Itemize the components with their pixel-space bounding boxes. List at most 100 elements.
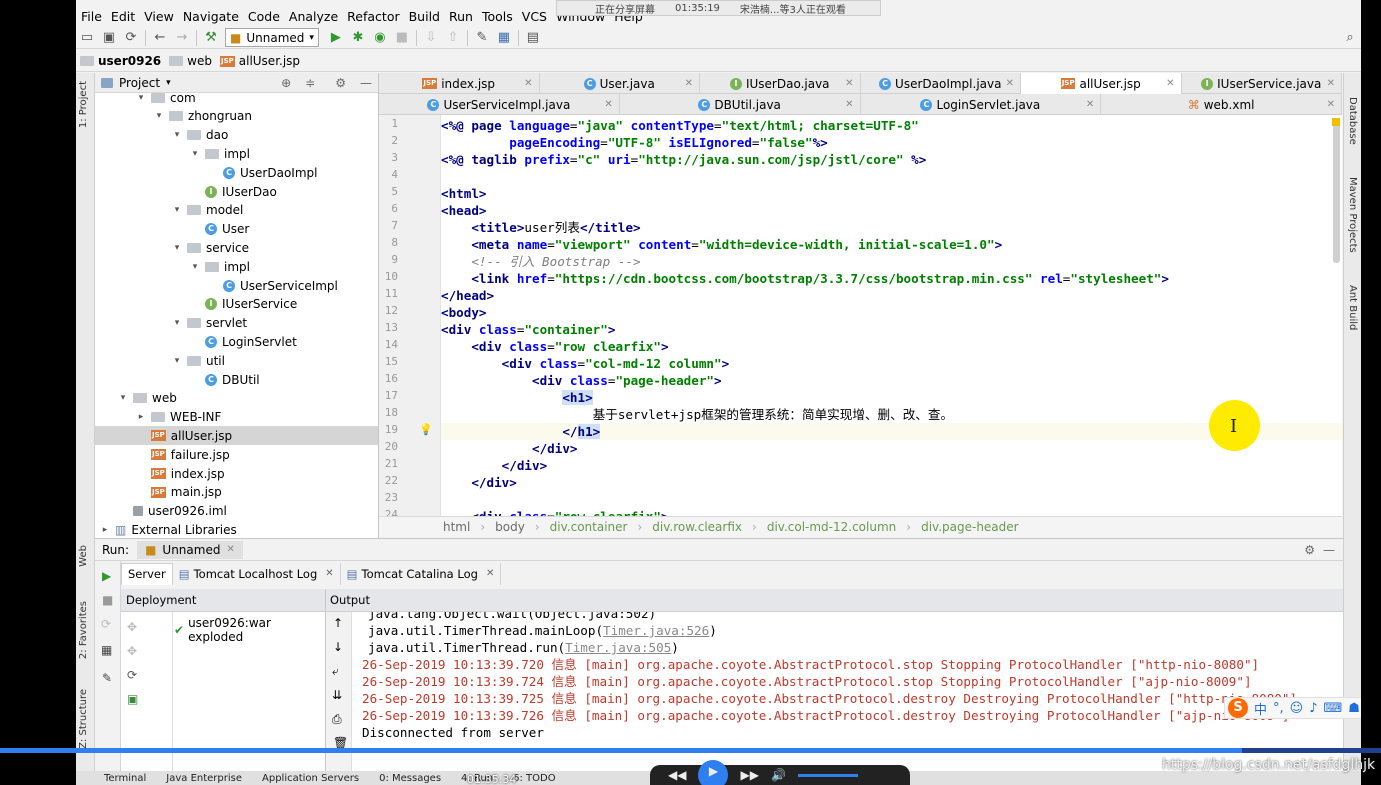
vcs-update-icon[interactable]: ⇩ <box>420 28 442 48</box>
menu-file[interactable]: File <box>76 9 106 24</box>
code-line[interactable]: <html> <box>441 185 1342 202</box>
stop-icon[interactable]: ■ <box>102 593 113 607</box>
up-arrow-icon[interactable]: ↑ <box>333 616 343 630</box>
database-tool-tab[interactable]: Database <box>1347 97 1358 145</box>
emoji-icon[interactable]: ☺ <box>1290 701 1304 716</box>
tree-item[interactable]: I IUserService <box>95 295 378 314</box>
intention-bulb-icon[interactable]: 💡 <box>419 423 433 436</box>
close-icon[interactable]: ✕ <box>226 544 234 555</box>
code-line[interactable]: pageEncoding="UTF-8" isELIgnored="false"… <box>441 134 1342 151</box>
code-line[interactable]: <meta name="viewport" content="width=dev… <box>441 236 1342 253</box>
breadcrumb-item[interactable]: div.col-md-12.column <box>767 520 896 534</box>
menu-code[interactable]: Code <box>243 9 284 24</box>
tree-item[interactable]: JSP index.jsp <box>95 464 378 483</box>
search-icon[interactable]: ⌕ <box>1339 28 1361 48</box>
tree-item[interactable]: ▾ com <box>95 93 378 107</box>
tree-item[interactable]: ▾ servlet <box>95 314 378 333</box>
breadcrumb-item[interactable]: div.container <box>550 520 628 534</box>
bottom-tool-tab[interactable]: Application Servers <box>262 773 359 784</box>
run-config-tab[interactable]: ■ Unnamed ✕ <box>137 540 243 559</box>
tree-item[interactable]: C UserDaoImpl <box>95 163 378 182</box>
code-line[interactable]: <!-- 引入 Bootstrap --> <box>441 253 1342 270</box>
code-line[interactable]: <h1> <box>441 389 1342 406</box>
layout-icon[interactable]: ▦ <box>101 643 112 657</box>
code-line[interactable]: </h1> <box>441 423 1342 440</box>
editor-tab[interactable]: C User.java ✕ <box>540 73 700 94</box>
editor-tab[interactable]: JSP index.jsp ✕ <box>379 73 540 94</box>
close-icon[interactable]: ✕ <box>1166 78 1174 89</box>
tree-item[interactable]: C UserServiceImpl <box>95 276 378 295</box>
code-line[interactable]: </div> <box>441 440 1342 457</box>
coverage-icon[interactable]: ◉ <box>369 28 391 48</box>
stacktrace-link[interactable]: Timer.java:505 <box>565 640 671 655</box>
locate-icon[interactable]: ⊕ <box>281 76 291 90</box>
prev-icon[interactable]: ◀◀ <box>668 768 686 782</box>
rerun-icon[interactable]: ▶ <box>102 569 111 583</box>
punctuation-icon[interactable]: °, <box>1273 701 1284 716</box>
next-icon[interactable]: ▶▶ <box>740 768 758 782</box>
gear-icon[interactable]: ⚙ <box>1304 543 1315 557</box>
chevron-down-icon[interactable]: ▾ <box>171 205 183 215</box>
run-config-select[interactable]: ■ Unnamed ▾ <box>225 28 319 47</box>
bottom-tool-tab[interactable]: 0: Messages <box>379 773 441 784</box>
pin-icon[interactable]: ✎ <box>102 671 112 685</box>
project-structure-icon[interactable]: ▦ <box>493 28 515 48</box>
volume-slider[interactable] <box>797 773 858 777</box>
chevron-down-icon[interactable]: ▾ <box>166 78 171 88</box>
project-view-select[interactable]: Project <box>119 76 160 90</box>
sdk-icon[interactable]: ▤ <box>522 28 544 48</box>
run-tab[interactable]: Server <box>121 562 173 585</box>
code-line[interactable]: <head> <box>441 202 1342 219</box>
code-line[interactable] <box>441 168 1342 185</box>
breadcrumb-item[interactable]: div.row.clearfix <box>652 520 742 534</box>
code-line[interactable]: <%@ page language="java" contentType="te… <box>441 117 1342 134</box>
chevron-right-icon[interactable]: ▸ <box>99 525 111 535</box>
menu-refactor[interactable]: Refactor <box>342 9 403 24</box>
editor-tab[interactable]: I IUserDao.java ✕ <box>700 73 861 94</box>
close-icon[interactable]: ✕ <box>486 568 494 579</box>
close-icon[interactable]: ✕ <box>1327 78 1335 89</box>
run-icon[interactable]: ▶ <box>325 28 347 48</box>
project-tool-tab[interactable]: 1: Project <box>78 81 89 128</box>
code-line[interactable]: <div class="row clearfix"> <box>441 508 1342 516</box>
hide-panel-icon[interactable]: — <box>1323 543 1335 557</box>
web-tool-tab[interactable]: Web <box>78 545 89 567</box>
code-line[interactable]: <div class="row clearfix"> <box>441 338 1342 355</box>
code-line[interactable]: <div class="col-md-12 column"> <box>441 355 1342 372</box>
nav-project[interactable]: user0926 <box>80 54 161 68</box>
editor-tab[interactable]: C UserDaoImpl.java ✕ <box>861 73 1021 94</box>
chevron-down-icon[interactable]: ▾ <box>189 262 201 272</box>
editor-tab[interactable]: C DBUtil.java ✕ <box>620 94 861 115</box>
mic-icon[interactable]: ♪ <box>1309 701 1317 716</box>
structure-tool-tab[interactable]: Z: Structure <box>78 689 89 749</box>
code-line[interactable]: 基于servlet+jsp框架的管理系统：简单实现增、删、改、查。 <box>441 406 1342 423</box>
down-arrow-icon[interactable]: ↓ <box>333 640 343 654</box>
nav-file[interactable]: JSP allUser.jsp <box>219 54 300 68</box>
tree-item[interactable]: I IUserDao <box>95 182 378 201</box>
forward-arrow-icon[interactable]: → <box>171 28 193 48</box>
hide-panel-icon[interactable]: — <box>360 76 372 90</box>
chevron-right-icon[interactable]: ▸ <box>135 412 147 422</box>
ant-tool-tab[interactable]: Ant Build <box>1347 285 1358 330</box>
tree-item[interactable]: ▾ zhongruan <box>95 107 378 126</box>
chevron-down-icon[interactable]: ▾ <box>135 93 147 103</box>
close-icon[interactable]: ✕ <box>524 78 532 89</box>
chevron-down-icon[interactable]: ▾ <box>189 149 201 159</box>
tree-item[interactable]: JSP main.jsp <box>95 483 378 502</box>
tree-item[interactable]: ▾ util <box>95 351 378 370</box>
code-line[interactable]: </div> <box>441 457 1342 474</box>
code-line[interactable]: <div class="page-header"> <box>441 372 1342 389</box>
run-tab[interactable]: ▤ Tomcat Localhost Log ✕ <box>173 562 341 585</box>
close-icon[interactable]: ✕ <box>845 78 853 89</box>
code-line[interactable]: <link href="https://cdn.bootcss.com/boot… <box>441 270 1342 287</box>
code-line[interactable] <box>441 491 1342 508</box>
sync-icon[interactable]: ⟳ <box>120 28 142 48</box>
gear-icon[interactable]: ⚙ <box>335 76 346 90</box>
ime-lang[interactable]: 中 <box>1254 699 1267 718</box>
stacktrace-link[interactable]: Timer.java:526 <box>603 623 709 638</box>
close-icon[interactable]: ✕ <box>325 568 333 579</box>
editor-tab[interactable]: C UserServiceImpl.java ✕ <box>379 94 620 115</box>
menu-vcs[interactable]: VCS <box>517 9 551 24</box>
menu-view[interactable]: View <box>139 9 178 24</box>
code-line[interactable]: </div> <box>441 474 1342 491</box>
